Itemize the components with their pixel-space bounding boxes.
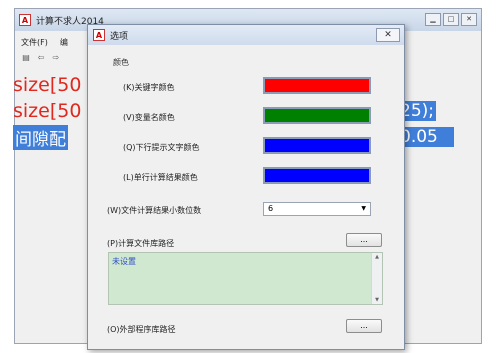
- result-color-label: (L)单行计算结果颜色: [123, 173, 198, 182]
- toolbar: ▤ ⇦ ⇨: [21, 53, 61, 63]
- lib-path-label: (P)计算文件库路径: [107, 239, 175, 248]
- lib-path-browse-button[interactable]: ...: [346, 233, 382, 247]
- keyword-color-label: (K)关键字颜色: [123, 83, 175, 92]
- decimal-places-label: (W)文件计算结果小数位数: [107, 206, 202, 215]
- undo-icon[interactable]: ⇦: [36, 53, 46, 63]
- lib-path-scrollbar[interactable]: ▲ ▼: [371, 253, 382, 304]
- dialog-titlebar: A 选项: [88, 25, 404, 45]
- lib-path-textarea[interactable]: 未设置 ▲ ▼: [108, 252, 383, 305]
- scroll-down-icon[interactable]: ▼: [372, 297, 382, 303]
- dialog-title: 选项: [110, 31, 129, 42]
- result-color-swatch[interactable]: [263, 167, 371, 184]
- ext-lib-path-label: (O)外部程序库路径: [107, 325, 176, 334]
- code-line-2[interactable]: size[50: [13, 100, 81, 122]
- code-line-1[interactable]: size[50: [13, 74, 81, 96]
- hint-text-color-label: (Q)下行提示文字颜色: [123, 143, 200, 152]
- dropdown-arrow-icon: ▼: [361, 205, 366, 212]
- close-window-button[interactable]: ✕: [461, 13, 477, 26]
- dialog-logo-icon: A: [93, 29, 105, 41]
- maximize-button[interactable]: □: [443, 13, 459, 26]
- new-file-icon[interactable]: ▤: [21, 53, 31, 63]
- code-line-3-selected[interactable]: 间隙配: [13, 125, 68, 150]
- variable-color-swatch[interactable]: [263, 107, 371, 124]
- dialog-close-button[interactable]: ✕: [376, 28, 400, 42]
- color-section-label: 颜色: [113, 58, 129, 67]
- app-logo-icon: A: [19, 14, 31, 26]
- minimize-button[interactable]: ▁: [425, 13, 441, 26]
- window-controls: ▁ □ ✕: [425, 13, 477, 26]
- menu-file[interactable]: 文件(F): [21, 37, 48, 48]
- ext-lib-browse-button[interactable]: ...: [346, 319, 382, 333]
- decimal-places-select[interactable]: 6 ▼: [263, 202, 371, 216]
- decimal-places-value: 6: [268, 204, 274, 213]
- scroll-up-icon[interactable]: ▲: [372, 254, 382, 260]
- lib-path-value: 未设置: [112, 257, 136, 266]
- hint-text-color-swatch[interactable]: [263, 137, 371, 154]
- menu-edit[interactable]: 编: [60, 37, 68, 48]
- code-line-3-tail[interactable]: 0.05: [398, 127, 454, 147]
- redo-icon[interactable]: ⇨: [51, 53, 61, 63]
- menubar: 文件(F) 编: [21, 37, 68, 48]
- keyword-color-swatch[interactable]: [263, 77, 371, 94]
- variable-color-label: (V)变量名颜色: [123, 113, 175, 122]
